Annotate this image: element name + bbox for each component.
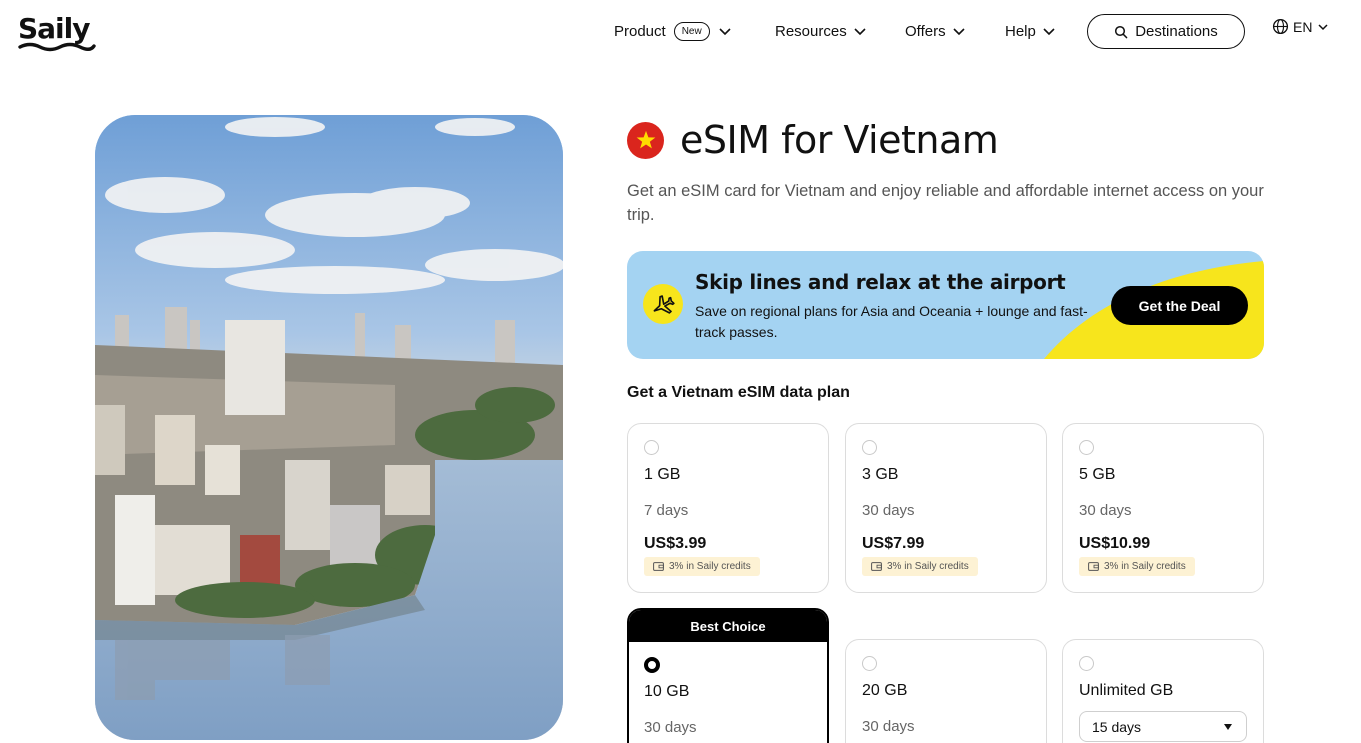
- search-icon: [1115, 25, 1128, 38]
- plan-card-3gb[interactable]: 3 GB 30 days US$7.99 3% in Saily credits: [845, 423, 1047, 593]
- plan-card-unlimited[interactable]: Unlimited GB 15 days: [1062, 639, 1264, 743]
- plan-price: US$10.99: [1079, 535, 1151, 552]
- nav-help[interactable]: Help: [1005, 14, 1056, 48]
- destinations-button[interactable]: Destinations: [1087, 14, 1245, 49]
- nav-resources[interactable]: Resources: [775, 14, 867, 48]
- new-badge: New: [673, 21, 710, 41]
- logo-wave-icon: [18, 42, 96, 52]
- plan-data-amount: 5 GB: [1079, 466, 1116, 483]
- chevron-down-icon: [719, 28, 731, 36]
- plan-data-amount: 3 GB: [862, 466, 899, 483]
- plans-heading: Get a Vietnam eSIM data plan: [627, 384, 850, 401]
- page-title: eSIM for Vietnam: [680, 118, 999, 162]
- plan-radio[interactable]: [1079, 656, 1094, 671]
- duration-select-value: 15 days: [1092, 718, 1142, 735]
- plan-data-amount: 20 GB: [862, 682, 908, 699]
- site-header: Saily Product New Resources Offers Help …: [0, 0, 1361, 64]
- chevron-down-icon: [1318, 23, 1328, 30]
- nav-offers[interactable]: Offers: [905, 14, 966, 48]
- plan-duration: 30 days: [644, 719, 697, 736]
- plan-card-1gb[interactable]: 1 GB 7 days US$3.99 3% in Saily credits: [627, 423, 829, 593]
- airplane-icon: [643, 284, 683, 324]
- saily-logo[interactable]: Saily: [18, 12, 98, 52]
- chevron-down-icon: [854, 28, 866, 36]
- page-title-row: eSIM for Vietnam: [627, 118, 999, 162]
- logo-text: Saily: [18, 12, 91, 45]
- best-choice-badge: Best Choice: [629, 610, 827, 642]
- vietnam-flag-icon: [627, 121, 664, 159]
- nav-product[interactable]: Product New: [614, 14, 732, 48]
- nav-help-label: Help: [1005, 22, 1036, 40]
- language-selector[interactable]: EN: [1272, 18, 1330, 35]
- plan-data-amount: 10 GB: [644, 683, 690, 700]
- plan-duration: 7 days: [644, 502, 689, 519]
- nav-product-label: Product: [614, 22, 666, 40]
- nav-resources-label: Resources: [775, 22, 847, 40]
- duration-select[interactable]: 15 days: [1079, 711, 1247, 742]
- plan-card-10gb[interactable]: Best Choice 10 GB 30 days: [627, 608, 829, 743]
- chevron-down-icon: [1043, 28, 1055, 36]
- hero-image-hanoi-lake: [95, 115, 563, 740]
- plan-radio[interactable]: [862, 440, 877, 455]
- credit-badge: 3% in Saily credits: [862, 557, 978, 576]
- nav-offers-label: Offers: [905, 22, 946, 40]
- promo-text: Save on regional plans for Asia and Ocea…: [695, 303, 1088, 340]
- language-label: EN: [1293, 18, 1313, 35]
- credit-label: 3% in Saily credits: [669, 561, 751, 572]
- plan-duration: 30 days: [1079, 502, 1132, 519]
- page-subtitle: Get an eSIM card for Vietnam and enjoy r…: [627, 182, 1264, 224]
- plan-data-amount: Unlimited GB: [1079, 682, 1174, 699]
- credit-badge: 3% in Saily credits: [644, 557, 760, 576]
- globe-icon: [1272, 18, 1289, 35]
- airport-promo-banner: Skip lines and relax at the airport Save…: [627, 251, 1264, 359]
- wallet-icon: [1088, 562, 1099, 571]
- plan-radio[interactable]: [862, 656, 877, 671]
- credit-label: 3% in Saily credits: [887, 561, 969, 572]
- plan-radio[interactable]: [1079, 440, 1094, 455]
- plan-data-amount: 1 GB: [644, 466, 681, 483]
- plan-card-20gb[interactable]: 20 GB 30 days: [845, 639, 1047, 743]
- plan-card-5gb[interactable]: 5 GB 30 days US$10.99 3% in Saily credit…: [1062, 423, 1264, 593]
- get-the-deal-button[interactable]: Get the Deal: [1111, 286, 1248, 325]
- destinations-label: Destinations: [1135, 23, 1218, 40]
- plan-radio[interactable]: [644, 440, 659, 455]
- plan-duration: 30 days: [862, 502, 915, 519]
- plan-price: US$3.99: [644, 535, 707, 552]
- wallet-icon: [653, 562, 664, 571]
- plan-price: US$7.99: [862, 535, 925, 552]
- plan-duration: 30 days: [862, 718, 915, 735]
- promo-title: Skip lines and relax at the airport: [695, 270, 1066, 294]
- wallet-icon: [871, 562, 882, 571]
- credit-badge: 3% in Saily credits: [1079, 557, 1195, 576]
- caret-down-icon: [1224, 723, 1232, 730]
- credit-label: 3% in Saily credits: [1104, 561, 1186, 572]
- plan-radio-selected[interactable]: [644, 657, 660, 673]
- chevron-down-icon: [953, 28, 965, 36]
